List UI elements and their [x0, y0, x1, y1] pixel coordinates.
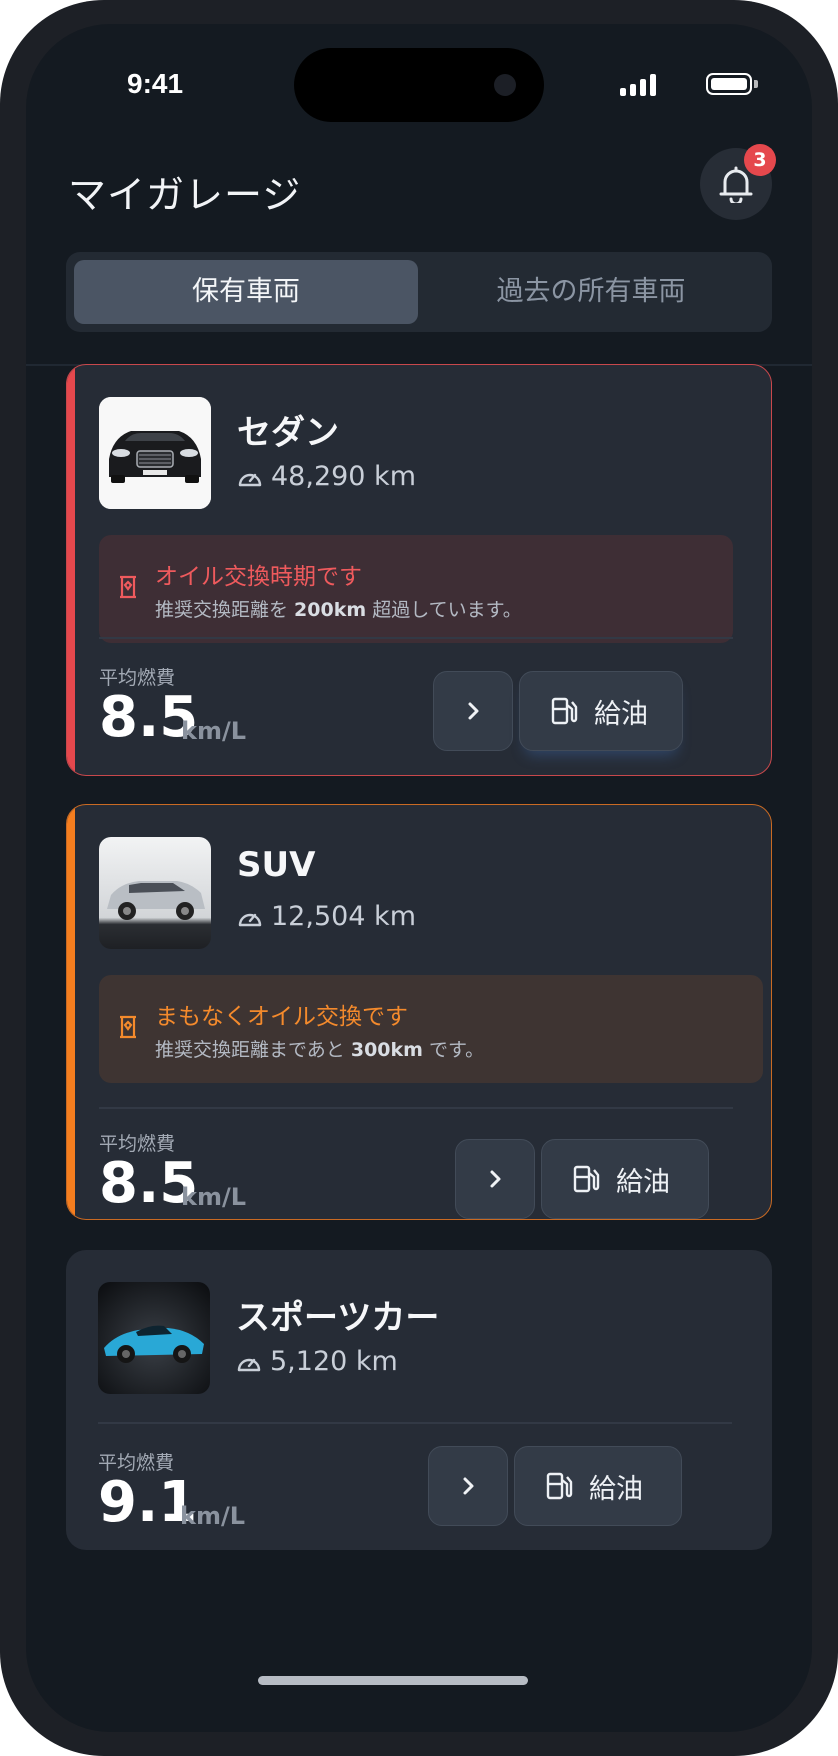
dynamic-island: [294, 48, 544, 122]
details-button[interactable]: [428, 1446, 508, 1526]
signal-icon: [620, 74, 660, 96]
chevron-right-icon: [490, 1170, 501, 1188]
card-divider: [99, 1107, 733, 1109]
vehicle-card-sports[interactable]: スポーツカー 5,120 km 平均燃費 9.1 km/L 給油: [66, 1250, 772, 1550]
status-accent-bar: [67, 805, 75, 1219]
mileage-value: 5,120 km: [270, 1346, 398, 1377]
oil-icon: [120, 575, 136, 599]
vehicle-card-sedan[interactable]: セダン 48,290 km オイル交換時期です 推奨交換距離を 200km 超過…: [66, 364, 772, 776]
segmented-control: 保有車両 過去の所有車両: [66, 252, 772, 332]
efficiency-unit: km/L: [180, 1502, 246, 1530]
oil-icon: [120, 1015, 136, 1039]
card-divider: [99, 637, 733, 639]
speedometer-icon: [238, 473, 262, 486]
refuel-label: 給油: [589, 1474, 643, 1505]
mileage-value: 12,504 km: [271, 901, 416, 932]
card-divider: [98, 1422, 732, 1424]
screen: 9:41 マイガレージ 3 保有車両 過去の所有車両 セダン 48,290 km…: [26, 24, 812, 1732]
refuel-button[interactable]: 給油: [514, 1446, 682, 1526]
alert-title: オイル交換時期です: [155, 564, 362, 590]
vehicle-mileage: 5,120 km: [236, 1346, 398, 1377]
details-button[interactable]: [433, 671, 513, 751]
tab-past-vehicles[interactable]: 過去の所有車両: [418, 260, 764, 324]
oil-alert: まもなくオイル交換です 推奨交換距離まであと 300km です。: [99, 975, 763, 1083]
details-button[interactable]: [455, 1139, 535, 1219]
chevron-right-icon: [468, 702, 479, 720]
vehicle-name: SUV: [237, 845, 316, 885]
vehicle-name: セダン: [237, 413, 339, 453]
speedometer-icon: [237, 1358, 261, 1371]
notification-badge: 3: [744, 144, 776, 176]
refuel-button[interactable]: 給油: [541, 1139, 709, 1219]
speedometer-icon: [238, 913, 262, 926]
vehicle-thumbnail: [99, 397, 211, 509]
refuel-label: 給油: [594, 699, 648, 730]
phone-frame: 9:41 マイガレージ 3 保有車両 過去の所有車両 セダン 48,290 km…: [0, 0, 838, 1756]
status-accent-bar: [67, 365, 75, 775]
vehicle-thumbnail: [99, 837, 211, 949]
vehicle-mileage: 48,290 km: [237, 461, 416, 492]
fuel-pump-icon: [551, 697, 578, 725]
fuel-pump-icon: [573, 1165, 600, 1193]
mileage-value: 48,290 km: [271, 461, 416, 492]
oil-alert: オイル交換時期です 推奨交換距離を 200km 超過しています。: [99, 535, 733, 643]
battery-icon: [706, 73, 758, 95]
vehicle-thumbnail: [98, 1282, 210, 1394]
efficiency-unit: km/L: [181, 717, 247, 745]
refuel-label: 給油: [616, 1167, 670, 1198]
efficiency-unit: km/L: [181, 1183, 247, 1211]
refuel-button[interactable]: 給油: [519, 671, 683, 751]
home-indicator[interactable]: [258, 1676, 528, 1685]
page-title: マイガレージ: [68, 173, 302, 217]
alert-title: まもなくオイル交換です: [155, 1004, 408, 1030]
alert-body: 推奨交換距離を 200km 超過しています。: [155, 599, 522, 621]
vehicle-card-suv[interactable]: SUV 12,504 km まもなくオイル交換です 推奨交換距離まであと 300…: [66, 804, 772, 1220]
status-time: 9:41: [127, 68, 184, 99]
chevron-right-icon: [463, 1477, 474, 1495]
vehicle-name: スポーツカー: [236, 1298, 440, 1338]
fuel-pump-icon: [546, 1472, 573, 1500]
tab-owned-vehicles[interactable]: 保有車両: [74, 260, 418, 324]
camera-icon: [494, 74, 516, 96]
vehicle-mileage: 12,504 km: [237, 901, 416, 932]
alert-body: 推奨交換距離まであと 300km です。: [155, 1039, 485, 1061]
